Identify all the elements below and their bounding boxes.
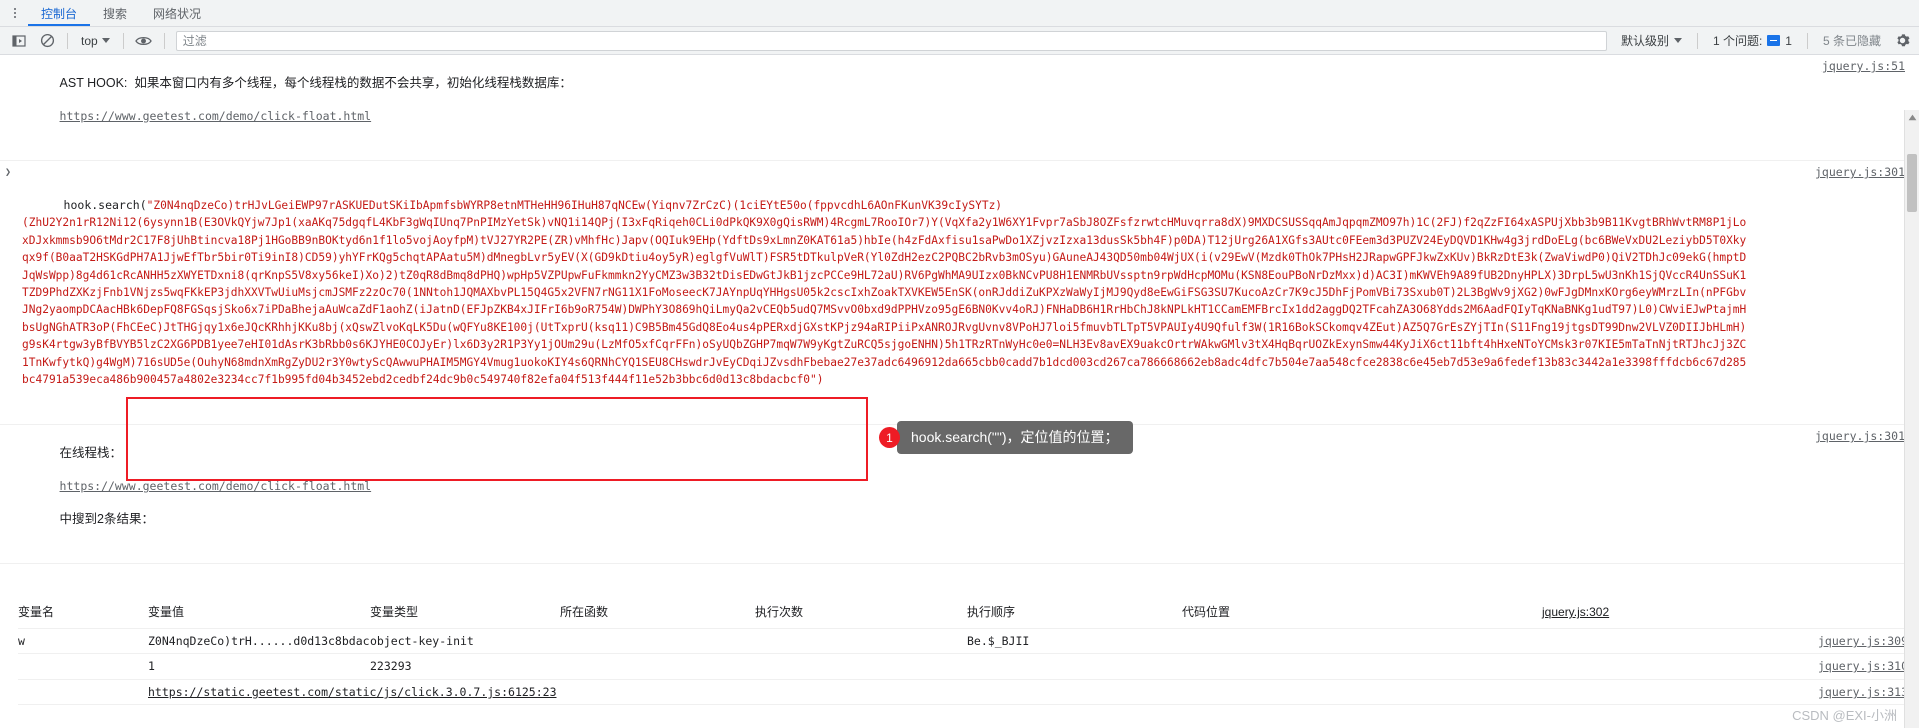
toolbar-divider xyxy=(122,32,124,49)
cell-code-location xyxy=(1182,628,1542,655)
issues-button[interactable]: 1 个问题: 1 xyxy=(1705,32,1800,49)
cell-variable-type: object-key-init xyxy=(370,628,560,655)
console-message-list[interactable]: AST HOOK: 如果本窗口内有多个线程，每个线程栈的数据不会共享，初始化线程… xyxy=(0,55,1919,728)
more-options-icon[interactable] xyxy=(2,0,28,26)
cell-variable-value: 1 xyxy=(148,653,370,680)
col-variable-name: 变量名 xyxy=(18,597,148,629)
cell-variable-type: 223293 xyxy=(370,653,560,680)
spacer-cell xyxy=(18,704,1919,728)
tab-console-label: 控制台 xyxy=(41,6,78,21)
cell-exec-count xyxy=(755,628,967,655)
console-scrollbar[interactable] xyxy=(1904,110,1919,728)
table-row[interactable]: w Z0N4nqDzeCo)trH......d0d13c8bdacbcf0 o… xyxy=(18,628,1919,655)
col-exec-order: 执行顺序 xyxy=(967,597,1182,629)
table-header-row: 变量名 变量值 变量类型 所在函数 执行次数 执行顺序 代码位置 jquery.… xyxy=(18,597,1919,629)
toolbar-divider xyxy=(1696,32,1698,49)
cell-code-location xyxy=(1182,679,1542,706)
col-variable-value: 变量值 xyxy=(148,597,370,629)
issues-label: 1 个问题: xyxy=(1712,34,1763,48)
col-code-location: 代码位置 xyxy=(1182,597,1542,629)
col-variable-type: 变量类型 xyxy=(370,597,560,629)
table-spacer-row xyxy=(18,704,1919,728)
cell-variable-name xyxy=(18,653,148,680)
ast-hook-title: AST HOOK: 如果本窗口内有多个线程，每个线程栈的数据不会共享，初始化线程… xyxy=(59,75,572,90)
console-message-results-table: 变量名 变量值 变量类型 所在函数 执行次数 执行顺序 代码位置 jquery.… xyxy=(0,564,1919,728)
table-row[interactable]: https://static.geetest.com/static/js/cli… xyxy=(18,679,1919,706)
cell-function xyxy=(560,653,755,680)
console-message-hook-search: ❯ hook.search("Z0N4nqDzeCo)trHJvLGeiEWP9… xyxy=(0,161,1919,426)
log-level-label: 默认级别 xyxy=(1620,34,1669,48)
source-link-jquery-302[interactable]: jquery.js:302 xyxy=(1542,597,1919,629)
toolbar-divider xyxy=(1806,32,1808,49)
cell-function xyxy=(560,628,755,655)
annotation-callout: 1 hook.search("")，定位值的位置； xyxy=(879,421,1133,454)
annotation-text: hook.search("")，定位值的位置； xyxy=(897,421,1133,454)
row-source-link[interactable]: jquery.js:313 xyxy=(1542,679,1919,706)
settings-gear-icon[interactable] xyxy=(1891,30,1913,52)
watermark: CSDN @EXI-小洲 xyxy=(1792,708,1897,723)
cell-variable-value: Z0N4nqDzeCo)trH......d0d13c8bdacbcf0 xyxy=(148,628,370,655)
cell-code-location xyxy=(1182,653,1542,680)
row-source-link[interactable]: jquery.js:309 xyxy=(1542,628,1919,655)
row-source-link[interactable]: jquery.js:310 xyxy=(1542,653,1919,680)
cell-variable-name xyxy=(18,679,148,706)
col-function: 所在函数 xyxy=(560,597,755,629)
cell-exec-order: Be.$_BJII xyxy=(967,628,1182,655)
scroll-up-arrow-icon[interactable] xyxy=(1905,110,1919,125)
hook-search-payload: "Z0N4nqDzeCo)trHJvLGeiEWP97rASKUEDutSKiI… xyxy=(22,199,1747,387)
table-body: w Z0N4nqDzeCo)trH......d0d13c8bdacbcf0 o… xyxy=(18,628,1919,728)
execution-context-selector[interactable]: top xyxy=(75,31,116,51)
col-exec-count: 执行次数 xyxy=(755,597,967,629)
source-link-jquery-301[interactable]: jquery.js:301 xyxy=(1815,164,1905,181)
issues-count: 1 xyxy=(1785,33,1792,48)
clear-console-icon[interactable] xyxy=(34,30,60,52)
tab-search-label: 搜索 xyxy=(103,6,128,21)
table-row[interactable]: 1 223293 jquery.js:310 xyxy=(18,653,1919,680)
execution-context-label: top xyxy=(81,33,98,48)
chevron-down-icon xyxy=(101,38,110,43)
tab-strip: 控制台 搜索 网络状况 xyxy=(0,0,1919,27)
stack-note-line1: 在线程栈： xyxy=(59,445,123,460)
hook-search-prefix: hook.search( xyxy=(63,198,147,212)
devtools-window: 控制台 搜索 网络状况 top 过滤 默认级别 1 个问题: 1 5 条已隐藏 … xyxy=(0,0,1919,728)
cell-exec-order xyxy=(967,653,1182,680)
filter-input[interactable] xyxy=(175,30,1607,51)
console-sidebar-toggle-icon[interactable] xyxy=(6,30,32,52)
stack-note-line2: 中搜到2条结果： xyxy=(59,511,154,526)
stack-note-url[interactable]: https://www.geetest.com/demo/click-float… xyxy=(60,479,372,493)
ast-hook-url[interactable]: https://www.geetest.com/demo/click-float… xyxy=(60,109,372,123)
chevron-down-icon xyxy=(1673,38,1682,43)
code-location-link[interactable]: https://static.geetest.com/static/js/cli… xyxy=(148,685,557,699)
console-toolbar: top 默认级别 1 个问题: 1 5 条已隐藏 xyxy=(0,27,1919,55)
tab-search[interactable]: 搜索 xyxy=(90,0,140,26)
log-level-selector[interactable]: 默认级别 xyxy=(1613,32,1690,49)
console-message-ast-hook: AST HOOK: 如果本窗口内有多个线程，每个线程栈的数据不会共享，初始化线程… xyxy=(0,55,1919,161)
hidden-messages-label: 5 条已隐藏 xyxy=(1822,34,1881,48)
toolbar-divider xyxy=(163,32,165,49)
expand-arrow-icon[interactable]: ❯ xyxy=(5,165,11,182)
tab-network-conditions[interactable]: 网络状况 xyxy=(140,0,214,26)
cell-variable-name: w xyxy=(18,628,148,655)
search-results-table: 变量名 变量值 变量类型 所在函数 执行次数 执行顺序 代码位置 jquery.… xyxy=(18,597,1919,728)
cell-exec-count xyxy=(755,653,967,680)
source-link-jquery-51[interactable]: jquery.js:51 xyxy=(1822,58,1905,75)
tab-network-conditions-label: 网络状况 xyxy=(153,6,202,21)
tab-console[interactable]: 控制台 xyxy=(28,0,91,26)
cell-variable-value: https://static.geetest.com/static/js/cli… xyxy=(148,679,1182,706)
annotation-number: 1 xyxy=(879,427,900,448)
live-expression-eye-icon[interactable] xyxy=(131,30,157,52)
issue-message-icon xyxy=(1767,35,1781,46)
source-link-jquery-301-b[interactable]: jquery.js:301 xyxy=(1815,428,1905,445)
scrollbar-thumb[interactable] xyxy=(1907,154,1917,212)
toolbar-divider xyxy=(67,32,68,49)
